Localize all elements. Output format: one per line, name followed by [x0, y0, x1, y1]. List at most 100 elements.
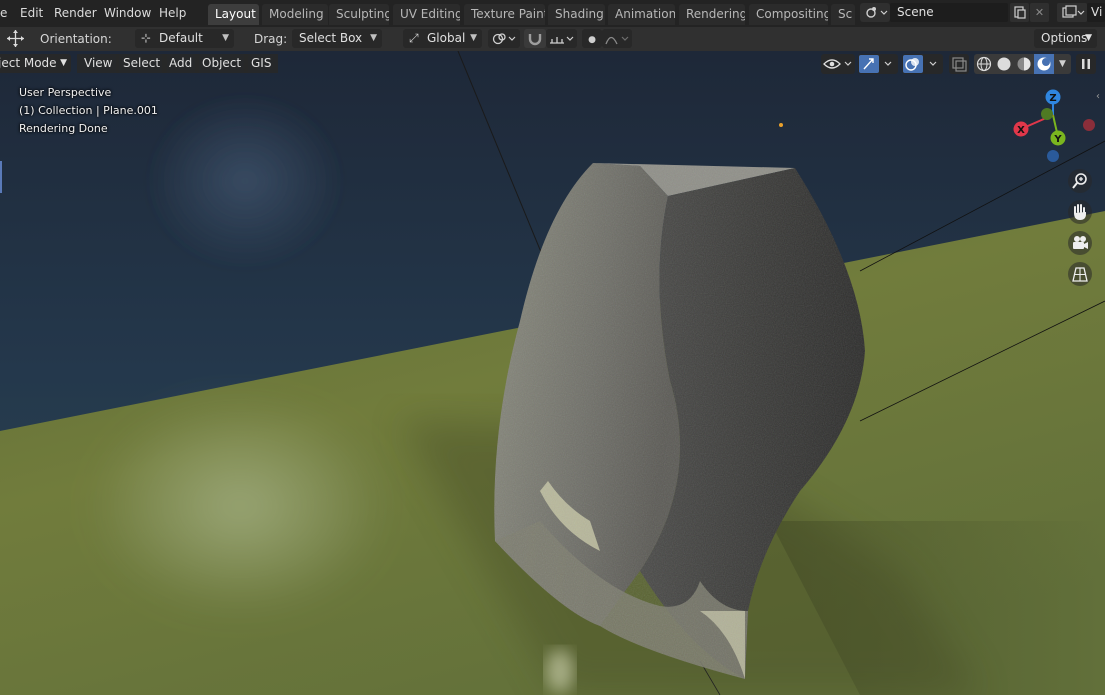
zoom-button[interactable]: [1068, 169, 1092, 193]
menu-file[interactable]: e: [0, 5, 7, 22]
drag-dropdown[interactable]: Select Box ▼: [292, 29, 382, 48]
xray-icon: [952, 57, 967, 72]
chevron-down-icon: ▼: [1059, 59, 1066, 69]
view-layer-browse-button[interactable]: [1057, 3, 1087, 22]
tab-sculpting[interactable]: Sculpting: [329, 4, 389, 25]
grid-icon: [1072, 267, 1088, 282]
gizmo-toggle[interactable]: [858, 54, 898, 74]
menu-help[interactable]: Help: [159, 5, 186, 22]
rendered-scene: [0, 51, 1105, 695]
scene-icon: [866, 7, 888, 18]
gizmo-neg-x[interactable]: [1083, 119, 1095, 131]
tab-shading[interactable]: Shading: [548, 4, 605, 25]
viewport-menu-select[interactable]: Select: [116, 54, 168, 73]
top-menu-bar: e Edit Render Window Help Layout Modelin…: [0, 0, 1105, 27]
visibility-dropdown[interactable]: [821, 54, 855, 74]
viewport-menu-add[interactable]: Add: [162, 54, 200, 73]
gizmo-y-label: Y: [1053, 134, 1062, 145]
menu-render[interactable]: Render: [54, 5, 97, 22]
camera-view-button[interactable]: [1068, 231, 1092, 255]
tab-animation[interactable]: Animation: [608, 4, 675, 25]
move-arrows-icon: [7, 30, 24, 47]
wireframe-sphere-icon: [976, 56, 992, 72]
snap-toggle[interactable]: [524, 29, 546, 48]
view-layer-name-field[interactable]: Vi: [1087, 3, 1105, 22]
solid-sphere-icon: [997, 57, 1011, 71]
3d-viewport[interactable]: ject Mode ▼ View Select Add Object GIS ▼…: [0, 51, 1105, 695]
shading-solid-button[interactable]: [994, 54, 1014, 74]
object-mode-value: ject Mode: [0, 56, 57, 70]
gizmo-x-label: X: [1017, 125, 1025, 136]
viewport-menu-gis[interactable]: GIS: [244, 54, 279, 73]
viewport-header: ject Mode ▼ View Select Add Object GIS ▼: [0, 51, 1105, 76]
shading-rendered-button[interactable]: [1034, 54, 1054, 74]
tab-texture-paint[interactable]: Texture Paint: [464, 4, 545, 25]
tool-settings-header: Orientation: ⊹ Default ▼ Drag: Select Bo…: [0, 27, 1105, 51]
shading-material-button[interactable]: [1014, 54, 1034, 74]
tab-uv-editing[interactable]: UV Editing: [393, 4, 460, 25]
overlays-icon: [903, 55, 937, 73]
close-icon: ✕: [1034, 6, 1045, 19]
toolbar-edge-handle[interactable]: [0, 161, 2, 193]
gizmo-neg-z[interactable]: [1047, 150, 1059, 162]
shading-wireframe-button[interactable]: [974, 54, 994, 74]
view-layer-icon: [1062, 5, 1085, 18]
pause-icon: [1082, 59, 1090, 69]
hand-icon: [1074, 204, 1086, 220]
tab-rendering[interactable]: Rendering: [679, 4, 745, 25]
options-dropdown[interactable]: Options ▼: [1034, 29, 1097, 48]
orientation-value: Default: [159, 31, 203, 45]
delete-scene-button[interactable]: ✕: [1030, 3, 1049, 22]
view-name-text: User Perspective: [19, 86, 112, 99]
transform-orientation-dropdown[interactable]: ⤢ Global ▼: [403, 29, 482, 48]
shading-options-dropdown[interactable]: ▼: [1054, 54, 1071, 74]
menu-window[interactable]: Window: [104, 5, 151, 22]
tab-modeling[interactable]: Modeling: [262, 4, 328, 25]
tab-compositing[interactable]: Compositing: [749, 4, 828, 25]
scene-browse-button[interactable]: [860, 3, 890, 22]
chevron-down-icon: ▼: [370, 33, 377, 43]
chevron-down-icon: ▼: [1085, 33, 1092, 43]
chevron-down-icon: ▼: [60, 58, 67, 68]
magnet-icon: [528, 34, 542, 46]
scene-name-field[interactable]: Scene: [890, 3, 1008, 22]
falloff-curve-icon: [605, 36, 629, 45]
navigation-gizmo[interactable]: Z Y X: [1005, 85, 1100, 165]
collection-info-text: (1) Collection | Plane.001: [19, 104, 158, 117]
material-sphere-icon: [1017, 57, 1031, 71]
snap-increment-icon: [550, 36, 574, 44]
drag-label: Drag:: [254, 32, 288, 46]
copy-icon: [1014, 6, 1026, 19]
xray-toggle[interactable]: [949, 54, 969, 74]
proportional-edit-toggle[interactable]: ●: [582, 29, 602, 48]
pivot-point-dropdown[interactable]: [488, 29, 520, 48]
pause-render-button[interactable]: [1076, 54, 1096, 74]
gizmo-neg-y[interactable]: [1041, 108, 1053, 120]
chevron-down-icon: ▼: [222, 33, 229, 43]
move-tool-button[interactable]: [2, 29, 29, 48]
snap-target-dropdown[interactable]: [546, 29, 577, 48]
transform-orientation-value: Global: [427, 31, 466, 45]
gizmo-icon: [859, 55, 892, 73]
viewport-menu-view[interactable]: View: [77, 54, 120, 73]
orientation-axis-icon: ⊹: [141, 31, 152, 45]
gizmo-z-label: Z: [1049, 93, 1056, 104]
tab-scripting[interactable]: Sc: [831, 4, 855, 25]
pan-button[interactable]: [1068, 200, 1092, 224]
viewport-menu-object[interactable]: Object: [195, 54, 249, 73]
dot-icon: ●: [588, 35, 596, 45]
rendered-sphere-icon: [1037, 57, 1051, 71]
ortho-toggle-button[interactable]: [1068, 262, 1092, 286]
drag-value: Select Box: [299, 31, 363, 45]
proportional-falloff-dropdown[interactable]: [602, 29, 632, 48]
overlays-toggle[interactable]: [902, 54, 943, 74]
new-scene-button[interactable]: [1010, 3, 1029, 22]
tab-layout[interactable]: Layout: [208, 4, 259, 25]
orientation-label: Orientation:: [40, 32, 112, 46]
camera-icon: [1073, 236, 1088, 249]
menu-edit[interactable]: Edit: [20, 5, 43, 22]
orientation-dropdown[interactable]: ⊹ Default ▼: [135, 29, 234, 48]
object-mode-dropdown[interactable]: ject Mode ▼: [0, 54, 71, 73]
zoom-icon: [1072, 173, 1087, 189]
render-status-text: Rendering Done: [19, 122, 108, 135]
